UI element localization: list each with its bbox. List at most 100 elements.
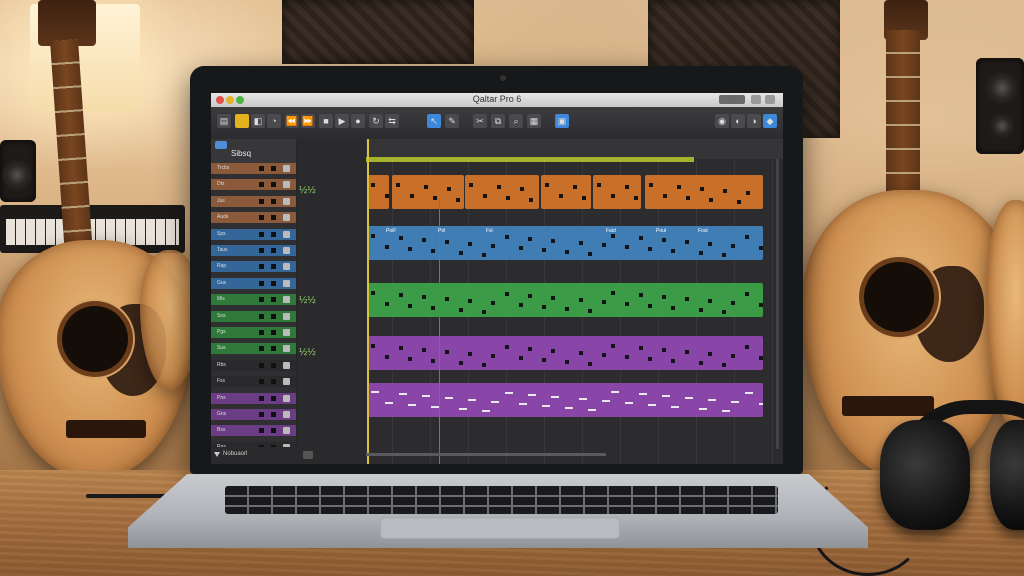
track-volume-knob[interactable] [283,247,290,254]
solo-button[interactable] [271,379,276,385]
solo-button[interactable] [271,313,276,319]
library-button[interactable]: ▤ [217,114,231,128]
track-volume-knob[interactable] [283,427,290,435]
solo-button[interactable] [271,248,276,253]
track-volume-knob[interactable] [283,411,290,418]
track-header[interactable]: Gns [211,409,296,420]
mute-button[interactable] [259,395,264,401]
vertical-scrollbar[interactable] [776,159,779,449]
track-header[interactable]: Mis [211,294,296,306]
track-volume-knob[interactable] [283,312,290,320]
solo-button[interactable] [271,166,276,171]
mute-button[interactable] [259,428,264,434]
toolbar-button[interactable]: ◔ [267,114,281,128]
track-header[interactable]: Taus [211,245,296,256]
mute-button[interactable] [259,412,264,417]
solo-button[interactable] [271,297,276,303]
track-volume-knob[interactable] [283,181,290,189]
solo-button[interactable] [271,264,276,270]
mixer-icon[interactable]: ◆ [763,114,777,128]
notes-icon[interactable]: ▣ [555,114,569,128]
track-header[interactable]: Pgs [211,327,296,338]
footer-control[interactable] [303,451,313,459]
track-region[interactable] [367,336,763,370]
mute-button[interactable] [259,313,264,319]
mute-button[interactable] [259,198,264,204]
track-volume-knob[interactable] [283,378,290,386]
cycle-icon[interactable]: ↻ [369,114,383,128]
mute-button[interactable] [259,166,264,171]
scissors-tool-icon[interactable]: ✂ [473,114,487,128]
mute-button[interactable] [259,264,264,270]
track-volume-knob[interactable] [283,165,290,172]
solo-button[interactable] [271,412,276,417]
mute-button[interactable] [259,182,264,188]
record-icon[interactable]: ● [351,114,365,128]
timeline-ruler[interactable] [366,139,783,159]
browser-icon[interactable]: ◑ [747,114,761,128]
rewind-icon[interactable]: ⏪ [285,114,299,128]
quick-help-button[interactable]: ◧ [251,114,265,128]
titlebar-control[interactable] [719,95,745,104]
solo-button[interactable] [271,198,276,204]
track-region[interactable] [541,175,591,209]
track-region[interactable] [367,383,763,417]
track-region[interactable] [367,175,389,209]
titlebar-control[interactable] [765,95,775,104]
track-header[interactable]: Sps [211,228,296,240]
glue-tool-icon[interactable]: ⧉ [491,114,505,128]
solo-button[interactable] [271,215,276,221]
track-header[interactable]: Bss [211,425,296,437]
track-header[interactable]: Trcbs [211,163,296,174]
list-editor-icon[interactable]: ◉ [715,114,729,128]
track-header[interactable]: Sus [211,343,296,355]
solo-button[interactable] [271,330,276,335]
mute-button[interactable] [259,362,264,368]
track-header[interactable]: Pns [211,392,296,404]
mute-button[interactable] [259,379,264,385]
track-volume-knob[interactable] [283,329,290,336]
solo-button[interactable] [271,182,276,188]
track-header[interactable]: Rbs [211,359,296,371]
track-region[interactable] [645,175,763,209]
pencil-tool-icon[interactable]: ✎ [445,114,459,128]
mute-button[interactable] [259,346,264,352]
track-volume-knob[interactable] [283,345,290,353]
track-volume-knob[interactable] [283,214,290,222]
track-header[interactable]: Gus [211,277,296,289]
track-volume-knob[interactable] [283,394,290,402]
horizontal-scrollbar[interactable] [366,453,606,456]
solo-button[interactable] [271,231,276,237]
track-volume-knob[interactable] [283,361,290,369]
play-icon[interactable]: ▶ [335,114,349,128]
zoom-tool-icon[interactable]: ⌕ [509,114,523,128]
track-region[interactable] [367,283,763,317]
add-track-icon[interactable] [215,141,227,149]
solo-button[interactable] [271,395,276,401]
forward-icon[interactable]: ⏩ [301,114,315,128]
track-volume-knob[interactable] [283,230,290,238]
track-header[interactable]: Auds [211,212,296,224]
disclosure-triangle-icon[interactable] [214,452,220,457]
inspector-button[interactable] [235,114,249,128]
mute-button[interactable] [259,280,264,286]
pointer-tool-icon[interactable]: ↖ [427,114,441,128]
mute-button[interactable] [259,248,264,253]
track-region[interactable] [593,175,641,209]
tuner-icon[interactable]: ⇆ [385,114,399,128]
track-volume-knob[interactable] [283,263,290,271]
track-header[interactable]: Dts [211,179,296,191]
track-volume-knob[interactable] [283,279,290,287]
mute-button[interactable] [259,231,264,237]
track-volume-knob[interactable] [283,296,290,304]
arrange-area[interactable]: PoiF Pol Fsl Faid Poul Fost [366,139,783,464]
solo-button[interactable] [271,280,276,286]
mute-button[interactable] [259,330,264,335]
track-header[interactable]: Jus [211,195,296,207]
loop-browser-icon[interactable]: ◐ [731,114,745,128]
grid-tool-icon[interactable]: ▦ [527,114,541,128]
track-region[interactable] [392,175,464,209]
stop-icon[interactable]: ■ [319,114,333,128]
track-header[interactable]: Sos [211,310,296,322]
track-region[interactable] [465,175,539,209]
